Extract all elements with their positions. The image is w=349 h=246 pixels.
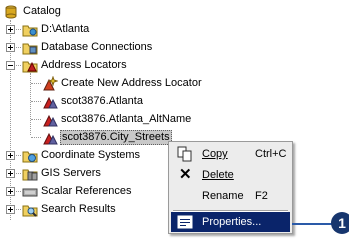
folder-icon [22, 25, 38, 37]
tree-connector [31, 137, 41, 138]
tree-label: scot3876.Atlanta_AltName [61, 113, 192, 125]
menu-item-label: Delete [202, 169, 234, 181]
menu-item-properties[interactable]: Properties... [171, 212, 290, 232]
tree-label: Create New Address Locator [61, 77, 202, 89]
scalar-references-icon [22, 188, 38, 197]
delete-icon: ✕ [179, 166, 192, 183]
database-folder-icon [22, 43, 38, 55]
tree-connector [31, 83, 41, 84]
tree-label: Catalog [23, 5, 61, 17]
tree-label: Address Locators [41, 59, 127, 71]
copy-icon [177, 146, 192, 162]
tree-connector [31, 101, 41, 102]
address-locator-icon [43, 114, 58, 127]
menu-item-label: Rename [202, 190, 244, 202]
address-locator-icon [43, 132, 58, 145]
expand-plus-icon[interactable] [6, 151, 15, 160]
callout-badge: 1 [331, 212, 349, 234]
menu-item-rename[interactable]: Rename F2 [171, 186, 290, 206]
collapse-minus-icon[interactable] [6, 61, 15, 70]
properties-icon [177, 215, 193, 229]
tree-label: Scalar References [41, 185, 132, 197]
tree-label: scot3876.City_Streets [60, 130, 172, 145]
context-menu: Copy Ctrl+C ✕ Delete Rename F2 Propertie… [168, 141, 293, 234]
menu-item-delete[interactable]: ✕ Delete [171, 165, 290, 185]
search-results-icon [22, 205, 38, 217]
menu-item-copy[interactable]: Copy Ctrl+C [171, 144, 290, 164]
new-locator-icon [43, 76, 58, 91]
coordinate-systems-icon [22, 151, 38, 163]
tree-label: Database Connections [41, 41, 153, 53]
tree-label: Coordinate Systems [41, 149, 141, 161]
tree-label: D:\Atlanta [41, 23, 90, 35]
gis-servers-icon [22, 169, 38, 181]
expand-plus-icon[interactable] [6, 205, 15, 214]
tree-connector [31, 119, 41, 120]
expand-plus-icon[interactable] [6, 187, 15, 196]
expand-plus-icon[interactable] [6, 43, 15, 52]
address-locators-icon [22, 61, 38, 73]
tree-label: GIS Servers [41, 167, 101, 179]
menu-item-shortcut: F2 [255, 190, 268, 202]
tree-label: Search Results [41, 203, 116, 215]
expand-plus-icon[interactable] [6, 25, 15, 34]
catalog-icon [5, 5, 17, 19]
menu-item-label: Copy [202, 148, 228, 160]
tree-label: scot3876.Atlanta [61, 95, 143, 107]
menu-item-label: Properties... [202, 216, 262, 228]
address-locator-icon [43, 96, 58, 109]
callout-line [292, 223, 334, 225]
expand-plus-icon[interactable] [6, 169, 15, 178]
menu-item-shortcut: Ctrl+C [255, 148, 287, 160]
